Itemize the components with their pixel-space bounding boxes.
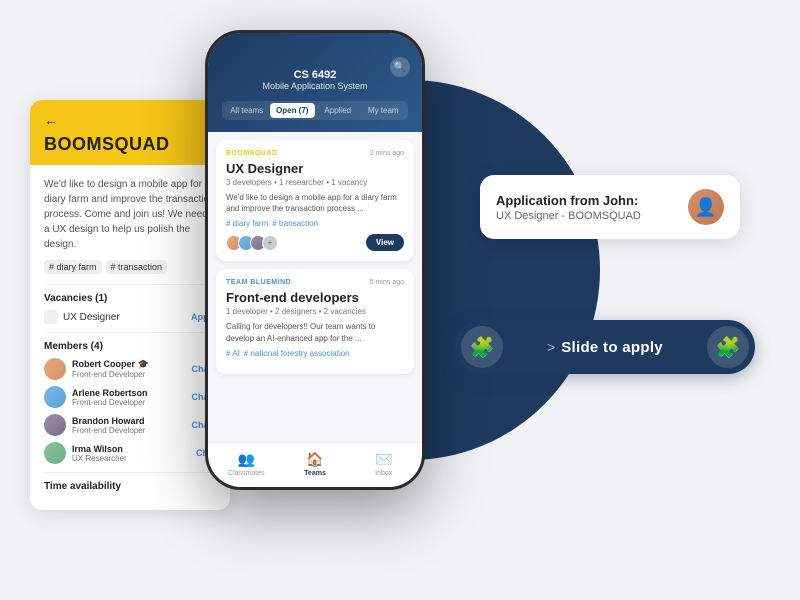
- classmates-icon: 👥: [238, 451, 255, 468]
- phone-nav: 👥 Classmates 🏠 Teams ✉️ Inbox: [208, 442, 422, 487]
- team-name-1: UX Designer: [226, 161, 404, 176]
- puzzle-icon-right: 🧩: [707, 326, 749, 368]
- time-section-title: Time availability: [44, 481, 216, 492]
- member-item-4: Irma Wilson UX Researcher Chat: [44, 442, 216, 464]
- panel-body: We'd like to design a mobile app for a d…: [30, 165, 230, 510]
- member-item-2: Arlene Robertson Front-end Developer Cha…: [44, 386, 216, 408]
- member-role-3: Front-end Developer: [72, 426, 191, 435]
- member-item: Robert Cooper 🎓 Front-end Developer Cha.…: [44, 358, 216, 380]
- team-tags-1: # diary farm # transaction: [226, 219, 404, 228]
- member-info-4: Irma Wilson UX Researcher: [72, 444, 196, 463]
- nav-inbox[interactable]: ✉️ Inbox: [349, 451, 418, 477]
- member-avatar-2: [44, 386, 66, 408]
- team-desc-2: Calling for developers!! Our team wants …: [226, 321, 404, 343]
- team-tags-2: # AI # national forestry association: [226, 349, 404, 358]
- member-role-1: Front-end Developer: [72, 370, 191, 379]
- divider-2: [44, 332, 216, 333]
- member-avatar-1: [44, 358, 66, 380]
- nav-teams-label: Teams: [304, 470, 326, 477]
- tab-my-team[interactable]: My team: [361, 103, 407, 118]
- application-text: Application from John: UX Designer - BOO…: [496, 193, 676, 222]
- phone-tabs: All teams Open (7) Applied My team: [222, 101, 408, 120]
- member-info-2: Arlene Robertson Front-end Developer: [72, 388, 191, 407]
- team-label-boomsquad: BOOMSQUAD: [226, 150, 278, 157]
- member-name-2: Arlene Robertson: [72, 388, 191, 398]
- back-button[interactable]: ←: [44, 112, 216, 128]
- team-footer-1: + View: [226, 234, 404, 251]
- vacancy-icon: [44, 310, 58, 324]
- team-slots-2: 1 developer • 2 designers • 2 vacancies: [226, 307, 404, 316]
- team-desc-1: We'd like to design a mobile app for a d…: [226, 192, 404, 214]
- team-detail-panel: ← BOOMSQUAD We'd like to design a mobile…: [30, 100, 230, 510]
- team-tag-diary: # diary farm: [226, 219, 268, 228]
- tab-all-teams[interactable]: All teams: [224, 103, 270, 118]
- slide-label: Slide to apply: [561, 339, 663, 356]
- team-name-header: BOOMSQUAD: [44, 134, 216, 155]
- member-item-3: Brandon Howard Front-end Developer Cha..…: [44, 414, 216, 436]
- team-card-bluemind: TEAM BLUEMIND 5 mins ago Front-end devel…: [216, 269, 414, 373]
- tag-transaction: # transaction: [106, 260, 168, 274]
- team-description: We'd like to design a mobile app for a d…: [44, 177, 216, 252]
- phone-course-id: CS 6492: [222, 69, 408, 81]
- phone-mockup: 🔍 CS 6492 Mobile Application System All …: [205, 30, 425, 490]
- application-subtitle: UX Designer - BOOMSQUAD: [496, 210, 676, 222]
- team-tag-ai: # AI: [226, 349, 240, 358]
- phone-course-name: Mobile Application System: [222, 81, 408, 91]
- team-card-header-1: BOOMSQUAD 2 mins ago: [226, 150, 404, 157]
- member-role-2: Front-end Developer: [72, 398, 191, 407]
- vacancy-item: UX Designer Apply: [44, 310, 216, 324]
- member-name-4: Irma Wilson: [72, 444, 196, 454]
- puzzle-icon-left: 🧩: [461, 326, 503, 368]
- team-label-bluemind: TEAM BLUEMIND: [226, 279, 291, 286]
- search-icon[interactable]: 🔍: [390, 57, 410, 77]
- application-card: Application from John: UX Designer - BOO…: [480, 175, 740, 239]
- member-avatar-4: [44, 442, 66, 464]
- member-info-1: Robert Cooper 🎓 Front-end Developer: [72, 359, 191, 379]
- team-time-2: 5 mins ago: [370, 279, 404, 286]
- nav-classmates[interactable]: 👥 Classmates: [212, 451, 281, 477]
- members-section-title: Members (4): [44, 341, 216, 352]
- member-avatar-3: [44, 414, 66, 436]
- team-slots-1: 3 developers • 1 researcher • 1 vacancy: [226, 178, 404, 187]
- inbox-icon: ✉️: [375, 451, 392, 468]
- vacancies-section-title: Vacancies (1): [44, 293, 216, 304]
- application-title: Application from John:: [496, 193, 676, 208]
- panel-header: ← BOOMSQUAD: [30, 100, 230, 165]
- phone-content: BOOMSQUAD 2 mins ago UX Designer 3 devel…: [208, 132, 422, 390]
- member-info-3: Brandon Howard Front-end Developer: [72, 416, 191, 435]
- team-tags: # diary farm # transaction: [44, 260, 216, 274]
- team-card-header-2: TEAM BLUEMIND 5 mins ago: [226, 279, 404, 286]
- tag-diary: # diary farm: [44, 260, 102, 274]
- slide-to-apply-button[interactable]: 🧩 > Slide to apply 🧩: [455, 320, 755, 374]
- team-tag-forestry: # national forestry association: [244, 349, 350, 358]
- phone-header: 🔍 CS 6492 Mobile Application System All …: [208, 33, 422, 132]
- avatar: 👤: [688, 189, 724, 225]
- member-name-1: Robert Cooper 🎓: [72, 359, 191, 370]
- nav-classmates-label: Classmates: [228, 470, 265, 477]
- chevron-icon: >: [547, 339, 555, 355]
- divider-3: [44, 472, 216, 473]
- slide-text-area: > Slide to apply: [503, 339, 707, 356]
- team-avatars-1: +: [226, 235, 274, 251]
- phone-status-bar: [222, 53, 408, 61]
- team-time-1: 2 mins ago: [370, 150, 404, 157]
- phone-screen: 🔍 CS 6492 Mobile Application System All …: [208, 33, 422, 487]
- nav-inbox-label: Inbox: [375, 470, 392, 477]
- team-tag-transaction: # transaction: [272, 219, 318, 228]
- team-avatar-d: +: [262, 235, 278, 251]
- teams-icon: 🏠: [306, 451, 323, 468]
- nav-teams[interactable]: 🏠 Teams: [281, 451, 350, 477]
- divider: [44, 284, 216, 285]
- member-role-4: UX Researcher: [72, 454, 196, 463]
- tab-applied[interactable]: Applied: [315, 103, 361, 118]
- team-card-boomsquad: BOOMSQUAD 2 mins ago UX Designer 3 devel…: [216, 140, 414, 261]
- tab-open[interactable]: Open (7): [270, 103, 316, 118]
- member-name-3: Brandon Howard: [72, 416, 191, 426]
- vacancy-name: UX Designer: [63, 312, 120, 323]
- view-team-button[interactable]: View: [366, 234, 404, 251]
- team-name-2: Front-end developers: [226, 290, 404, 305]
